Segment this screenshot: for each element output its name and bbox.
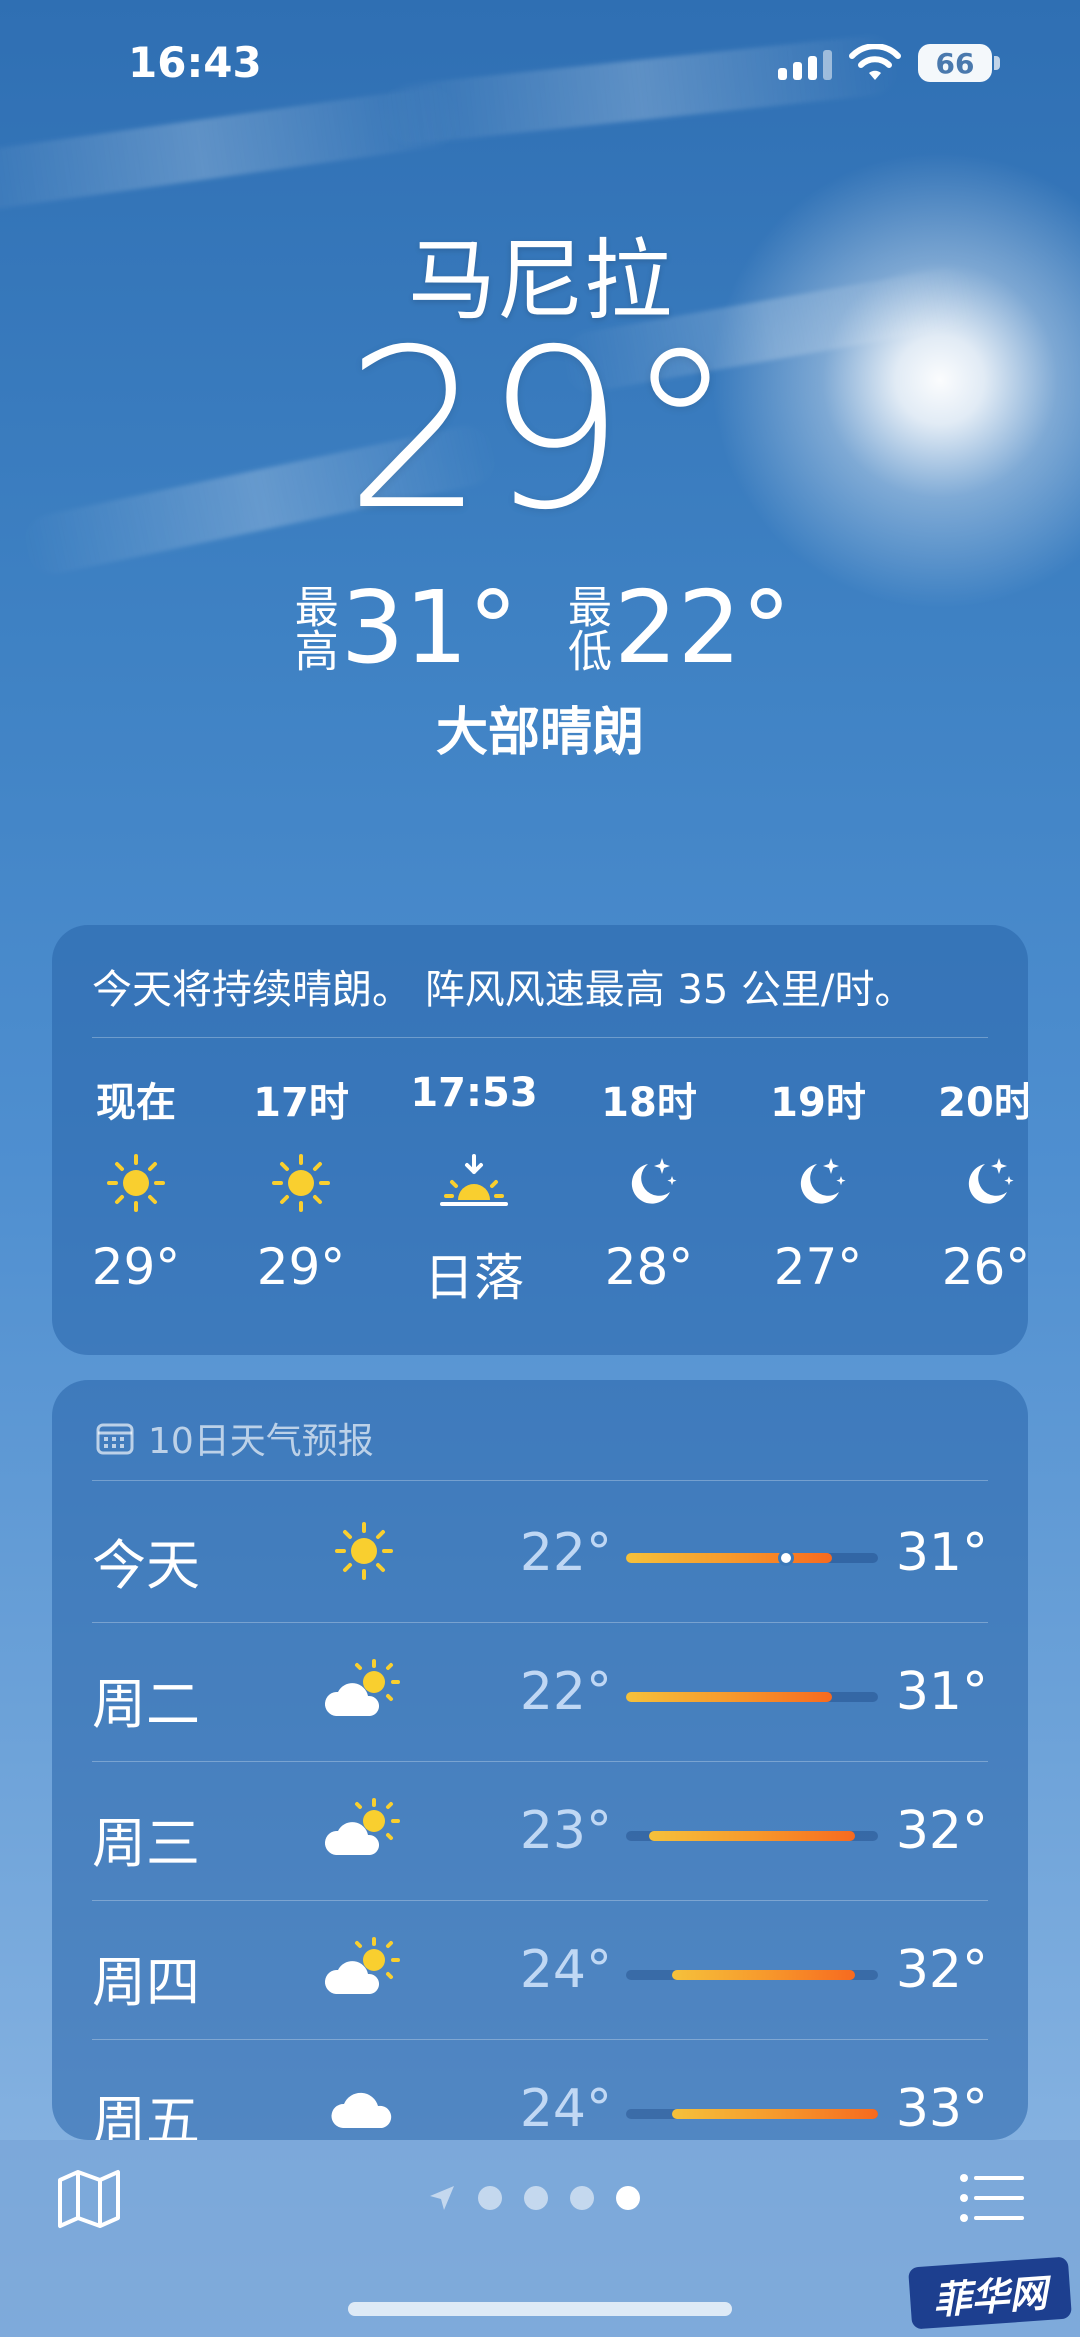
list-icon[interactable] <box>958 2170 1026 2226</box>
hour-item: 18时 28° <box>579 1070 719 1296</box>
temp-range-bar <box>626 1692 878 1702</box>
ten-day-header: 10日天气预报 <box>96 1412 374 1464</box>
home-indicator[interactable] <box>348 2302 732 2316</box>
temp-range-fill <box>626 1553 833 1563</box>
day-low: 24° <box>519 2079 612 2139</box>
map-icon[interactable] <box>56 2166 122 2232</box>
divider <box>92 1480 988 1481</box>
status-bar: 16:43 66 <box>0 0 1080 130</box>
temp-range-bar <box>626 1970 878 1980</box>
moon-stars-icon <box>579 1138 719 1228</box>
partly-cloudy-icon <box>322 1650 406 1730</box>
day-low: 23° <box>519 1801 612 1861</box>
high-group: 最高 31° <box>286 569 518 686</box>
cloud-icon <box>322 2067 406 2140</box>
low-group: 最低 22° <box>560 569 792 686</box>
hour-item: 现在 29° <box>66 1070 206 1296</box>
current-temperature: 29° <box>345 302 735 558</box>
watermark-text: 菲华网 <box>931 2269 1049 2323</box>
day-high: 33° <box>895 2079 988 2139</box>
battery-icon: 66 <box>918 44 992 82</box>
page-dot-active <box>616 2186 640 2210</box>
battery-tip <box>994 56 1000 70</box>
hour-label: 17:53 <box>410 1070 538 1116</box>
sunset-icon <box>404 1138 544 1228</box>
forecast-summary: 今天将持续晴朗。 阵风风速最高 35 公里/时。 <box>92 967 915 1013</box>
location-arrow-icon <box>430 2186 454 2210</box>
day-row[interactable]: 周五 24° 33° <box>92 2039 988 2140</box>
hour-temp: 27° <box>773 1238 863 1296</box>
day-row[interactable]: 今天 22° 31° <box>92 1483 988 1622</box>
page-dot <box>570 2186 594 2210</box>
hour-label: 现在 <box>96 1080 176 1126</box>
condition-text: 大部晴朗 <box>435 703 644 763</box>
sun-icon <box>66 1138 206 1228</box>
day-high: 31° <box>895 1523 988 1583</box>
day-high: 31° <box>895 1662 988 1722</box>
page-dot <box>524 2186 548 2210</box>
day-name: 周二 <box>92 1673 200 1736</box>
day-name: 周三 <box>92 1812 200 1875</box>
sun-icon <box>322 1511 406 1591</box>
high-label: 最高 <box>286 584 338 672</box>
moon-stars-icon <box>748 1138 888 1228</box>
current-temp-dot <box>778 1550 795 1566</box>
day-high: 32° <box>895 1940 988 2000</box>
sun-icon <box>231 1138 371 1228</box>
low-temp: 22° <box>614 569 792 686</box>
hour-label: 20时 <box>938 1080 1028 1126</box>
ten-day-forecast-card[interactable]: 10日天气预报 今天 22° 31° 周二 22° 31° 周三 23° 32°… <box>52 1380 1028 2140</box>
day-name: 今天 <box>92 1534 200 1597</box>
partly-cloudy-icon <box>322 1789 406 1869</box>
hour-temp: 29° <box>91 1238 181 1296</box>
day-name: 周四 <box>92 1951 200 2014</box>
hourly-forecast-card[interactable]: 今天将持续晴朗。 阵风风速最高 35 公里/时。 现在 29° 17时 29° … <box>52 925 1028 1355</box>
day-low: 22° <box>519 1662 612 1722</box>
hour-item: 20时 26° <box>916 1070 1028 1296</box>
status-time: 16:43 <box>128 38 262 87</box>
day-low: 24° <box>519 1940 612 2000</box>
hour-temp: 日落 <box>424 1249 524 1307</box>
temp-range-fill <box>626 1692 833 1702</box>
day-row[interactable]: 周三 23° 32° <box>92 1761 988 1900</box>
temp-range-fill <box>671 1970 856 1980</box>
hour-label: 18时 <box>601 1080 697 1126</box>
moon-stars-icon <box>916 1138 1028 1228</box>
temp-range-bar <box>626 2109 878 2119</box>
calendar-icon <box>96 1423 134 1455</box>
high-temp: 31° <box>340 569 518 686</box>
high-low: 最高 31° 最低 22° <box>0 578 1080 678</box>
day-row[interactable]: 周四 24° 32° <box>92 1900 988 2039</box>
day-high: 32° <box>895 1801 988 1861</box>
cellular-signal-icon <box>778 50 832 80</box>
hour-temp: 26° <box>941 1238 1028 1296</box>
hour-item: 19时 27° <box>748 1070 888 1296</box>
hour-item: 17:53 日落 <box>404 1070 544 1310</box>
day-row[interactable]: 周二 22° 31° <box>92 1622 988 1761</box>
temp-range-fill <box>671 2109 878 2119</box>
page-dot <box>478 2186 502 2210</box>
temp-range-fill <box>648 1831 856 1841</box>
hour-item: 17时 29° <box>231 1070 371 1296</box>
day-low: 22° <box>519 1523 612 1583</box>
divider <box>92 1037 988 1038</box>
watermark-logo: 菲华网 <box>908 2256 1072 2330</box>
partly-cloudy-icon <box>322 1928 406 2008</box>
low-label: 最低 <box>560 584 611 672</box>
ten-day-title: 10日天气预报 <box>148 1421 374 1462</box>
hourly-scroll[interactable]: 现在 29° 17时 29° 17:53 日落 18时 28° 19时 27° … <box>52 1070 1028 1330</box>
page-control[interactable] <box>428 2184 640 2212</box>
day-name: 周五 <box>92 2090 200 2140</box>
temp-range-bar <box>626 1831 878 1841</box>
hour-label: 19时 <box>770 1080 866 1126</box>
temp-range-bar <box>626 1550 878 1566</box>
hour-temp: 29° <box>256 1238 346 1296</box>
hour-temp: 28° <box>604 1238 694 1296</box>
hour-label: 17时 <box>253 1080 349 1126</box>
wifi-icon <box>849 44 901 80</box>
